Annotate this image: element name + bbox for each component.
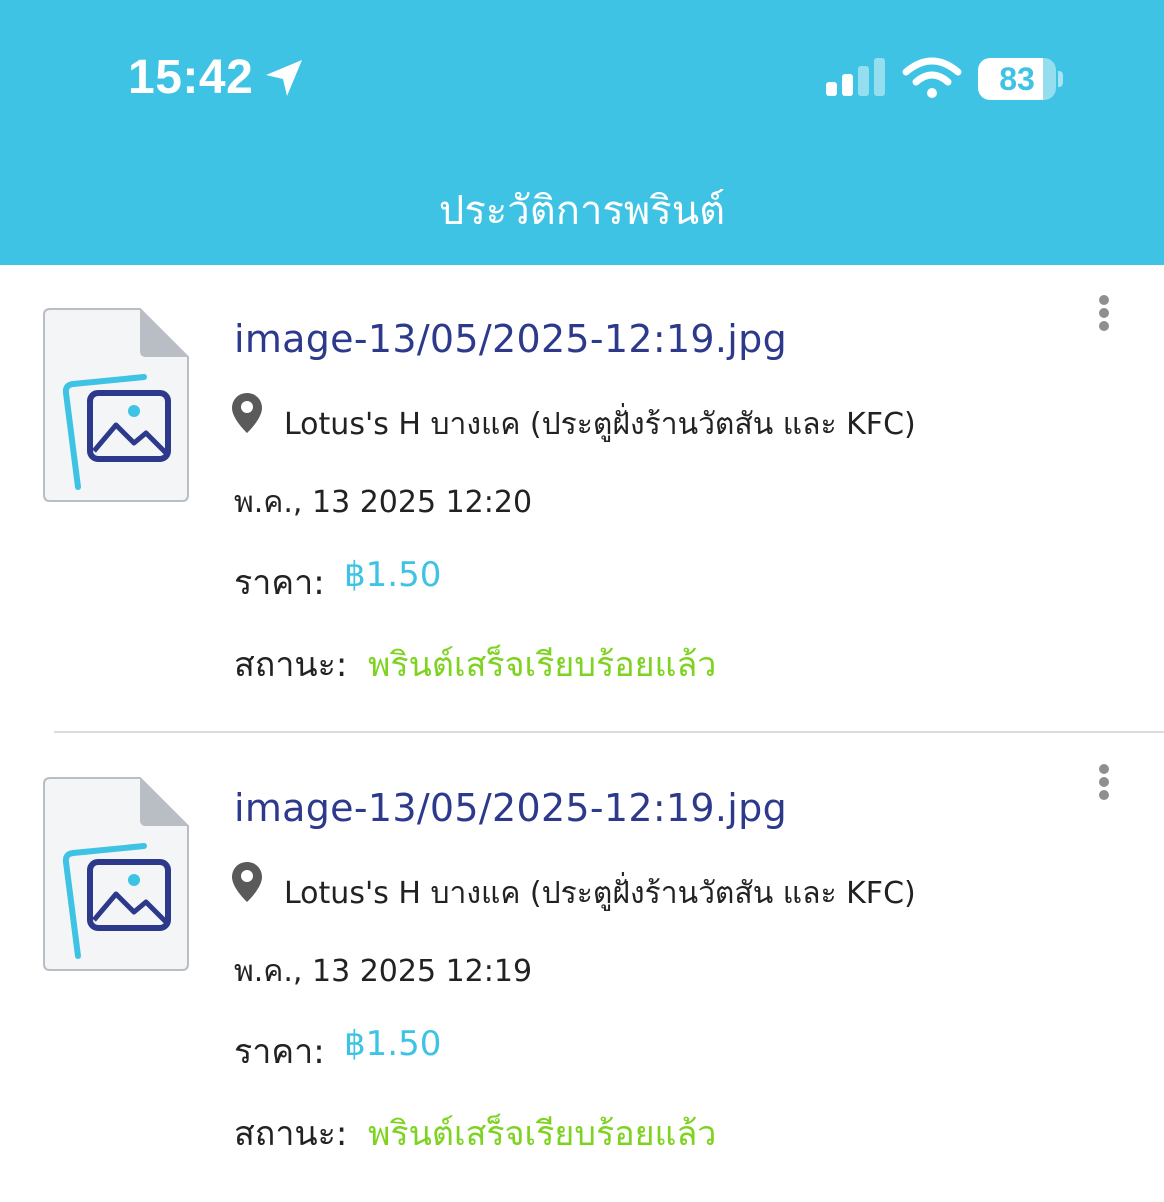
print-datetime: พ.ค., 13 2025 12:20 (234, 485, 533, 520)
location-pin-icon (232, 862, 262, 902)
image-file-icon (43, 777, 189, 971)
cellular-signal-icon (826, 58, 885, 96)
more-options-dot-icon (1099, 321, 1109, 331)
more-options-dot-icon (1099, 777, 1109, 787)
location-pin-icon (232, 393, 262, 433)
more-options-dot-icon (1099, 790, 1109, 800)
file-name[interactable]: image-13/05/2025-12:19.jpg (234, 786, 787, 830)
battery-body: 83 (978, 58, 1056, 100)
list-divider (54, 731, 1164, 733)
print-history-item[interactable]: image-13/05/2025-12:19.jpg Lotus's H บาง… (0, 734, 1164, 1202)
price-label: ราคา: (234, 1032, 325, 1072)
status-value: พรินต์เสร็จเรียบร้อยแล้ว (368, 1114, 717, 1154)
more-options-button[interactable] (1086, 762, 1122, 812)
file-name[interactable]: image-13/05/2025-12:19.jpg (234, 317, 787, 361)
print-datetime: พ.ค., 13 2025 12:19 (234, 954, 533, 989)
price-value: ฿1.50 (344, 1024, 442, 1064)
price-label: ราคา: (234, 563, 325, 603)
print-history-item[interactable]: image-13/05/2025-12:19.jpg Lotus's H บาง… (0, 265, 1164, 733)
price-value: ฿1.50 (344, 555, 442, 595)
battery-level-text: 83 (999, 61, 1035, 97)
status-time: 15:42 (128, 51, 254, 104)
more-options-dot-icon (1099, 764, 1109, 774)
wifi-icon (902, 57, 962, 98)
more-options-dot-icon (1099, 308, 1109, 318)
status-label: สถานะ: (234, 645, 348, 685)
printer-location: Lotus's H บางแค (ประตูฝั่งร้านวัตสัน และ… (284, 407, 916, 442)
status-label: สถานะ: (234, 1114, 348, 1154)
image-file-icon (43, 308, 189, 502)
app-header: 15:42 83 ประวัติการพรินต์ (0, 0, 1164, 265)
more-options-button[interactable] (1086, 293, 1122, 343)
status-value: พรินต์เสร็จเรียบร้อยแล้ว (368, 645, 717, 685)
page-title: ประวัติการพรินต์ (438, 188, 726, 234)
printer-location: Lotus's H บางแค (ประตูฝั่งร้านวัตสัน และ… (284, 876, 916, 911)
battery-cap (1058, 71, 1063, 87)
more-options-dot-icon (1099, 295, 1109, 305)
location-arrow-icon (266, 60, 302, 96)
battery-indicator: 83 (978, 58, 1064, 100)
